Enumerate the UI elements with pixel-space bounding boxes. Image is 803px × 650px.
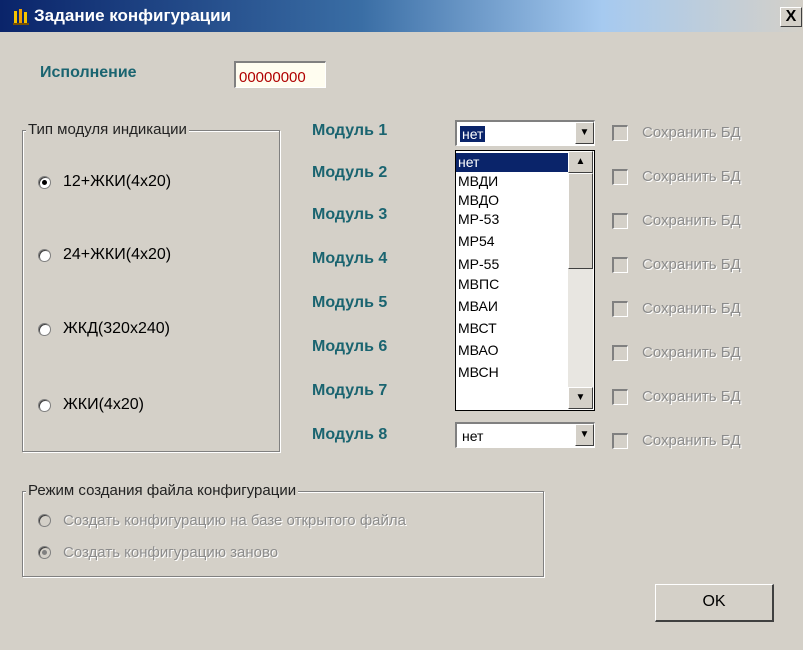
radio-icon[interactable] [38,322,51,336]
save-db-checkbox-4[interactable]: Сохранить БД [612,256,741,273]
scroll-up-icon[interactable]: ▲ [568,151,593,173]
app-icon [13,9,29,25]
save-db-checkbox-7[interactable]: Сохранить БД [612,388,741,405]
module-8-select[interactable]: нет ▼ [455,422,595,448]
dropdown-item[interactable]: МВАИ [456,297,574,316]
save-db-label: Сохранить БД [642,212,741,229]
radio-checked-icon[interactable] [38,175,51,189]
chevron-down-icon[interactable]: ▼ [575,424,594,446]
dropdown-scrollbar[interactable]: ▲ ▼ [568,151,593,409]
save-db-checkbox-8[interactable]: Сохранить БД [612,432,741,449]
module-label-7: Модуль 7 [312,382,388,399]
indication-option-1[interactable]: 12+ЖКИ(4x20) [38,173,171,191]
execution-label: Исполнение [40,64,137,81]
title-bar[interactable]: Задание конфигурации X [0,0,803,32]
save-db-checkbox-5[interactable]: Сохранить БД [612,300,741,317]
radio-checked-icon[interactable] [38,546,51,559]
checkbox-icon[interactable] [612,344,628,361]
radio-icon[interactable] [38,248,51,262]
dropdown-item[interactable]: МР-55 [456,255,574,274]
module-label-4: Модуль 4 [312,250,388,267]
save-db-label: Сохранить БД [642,344,741,361]
file-mode-option-label: Создать конфигурацию заново [63,544,279,561]
module-1-selected-value: нет [460,126,486,142]
radio-icon[interactable] [38,514,51,527]
window-title: Задание конфигурации [34,6,232,25]
checkbox-icon[interactable] [612,124,628,141]
indication-option-4[interactable]: ЖКИ(4x20) [38,396,144,414]
execution-input[interactable] [234,61,326,88]
save-db-label: Сохранить БД [642,168,741,185]
dropdown-item[interactable]: МВАО [456,341,574,360]
dropdown-item[interactable]: нет [456,153,574,172]
checkbox-icon[interactable] [612,432,628,449]
indication-type-group-title: Тип модуля индикации [26,121,189,138]
scrollbar-thumb[interactable] [568,173,593,269]
file-mode-option-label: Создать конфигурацию на базе открытого ф… [63,512,406,529]
scroll-down-icon[interactable]: ▼ [568,387,593,409]
save-db-checkbox-6[interactable]: Сохранить БД [612,344,741,361]
chevron-down-icon[interactable]: ▼ [575,122,594,144]
module-label-1: Модуль 1 [312,122,388,139]
module-1-select[interactable]: нет ▼ [455,120,595,146]
indication-option-2[interactable]: 24+ЖКИ(4x20) [38,246,171,264]
radio-icon[interactable] [38,398,51,412]
save-db-checkbox-1[interactable]: Сохранить БД [612,124,741,141]
save-db-checkbox-3[interactable]: Сохранить БД [612,212,741,229]
indication-option-label: ЖКИ(4x20) [63,396,144,413]
save-db-label: Сохранить БД [642,432,741,449]
save-db-label: Сохранить БД [642,300,741,317]
close-button[interactable]: X [780,7,802,27]
checkbox-icon[interactable] [612,168,628,185]
indication-option-label: 24+ЖКИ(4x20) [63,246,172,263]
dropdown-item[interactable]: МР-53 [456,210,574,229]
file-mode-group [22,491,544,577]
save-db-label: Сохранить БД [642,388,741,405]
dropdown-item[interactable]: МВСН [456,363,574,382]
dropdown-item[interactable]: МВДО [456,191,574,210]
indication-option-label: ЖКД(320x240) [63,320,170,337]
module-label-3: Модуль 3 [312,206,388,223]
checkbox-icon[interactable] [612,300,628,317]
file-mode-group-title: Режим создания файла конфигурации [26,482,299,499]
module-label-8: Модуль 8 [312,426,388,443]
checkbox-icon[interactable] [612,212,628,229]
save-db-checkbox-2[interactable]: Сохранить БД [612,168,741,185]
dropdown-item[interactable]: МВСТ [456,319,574,338]
save-db-label: Сохранить БД [642,256,741,273]
indication-option-3[interactable]: ЖКД(320x240) [38,320,170,338]
file-mode-option-2[interactable]: Создать конфигурацию заново [38,544,278,561]
module-label-6: Модуль 6 [312,338,388,355]
file-mode-option-1[interactable]: Создать конфигурацию на базе открытого ф… [38,512,406,529]
module-8-selected-value: нет [462,428,484,444]
checkbox-icon[interactable] [612,388,628,405]
dropdown-item[interactable]: МВПС [456,275,574,294]
ok-button[interactable]: OK [655,584,774,622]
module-label-5: Модуль 5 [312,294,388,311]
checkbox-icon[interactable] [612,256,628,273]
dropdown-item[interactable]: МР54 [456,232,574,251]
save-db-label: Сохранить БД [642,124,741,141]
module-label-2: Модуль 2 [312,164,388,181]
indication-option-label: 12+ЖКИ(4x20) [63,173,172,190]
dropdown-item[interactable]: МВДИ [456,172,574,191]
